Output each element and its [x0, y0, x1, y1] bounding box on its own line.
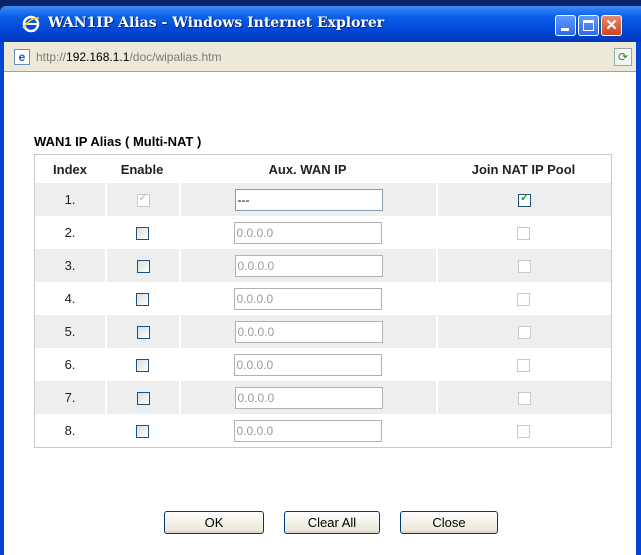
column-header-aux-wan-ip: Aux. WAN IP — [179, 155, 436, 183]
check-icon: ✓ — [138, 192, 148, 205]
aux-wan-ip-cell: --- — [179, 183, 436, 216]
enable-cell — [105, 348, 179, 381]
ie-logo-icon — [22, 15, 40, 33]
table-row: 7. 0.0.0.0 — [35, 381, 611, 414]
aux-wan-ip-cell: 0.0.0.0 — [179, 315, 436, 348]
join-nat-checkbox — [517, 359, 530, 373]
check-icon: ✓ — [520, 192, 530, 205]
enable-cell — [105, 381, 179, 414]
table-row: 8. 0.0.0.0 — [35, 414, 611, 447]
aux-wan-ip-cell: 0.0.0.0 — [179, 381, 436, 414]
join-nat-checkbox — [518, 260, 531, 274]
enable-cell: ✓ — [105, 183, 179, 216]
aux-wan-ip-input: 0.0.0.0 — [234, 254, 383, 277]
join-nat-checkbox[interactable]: ✓ — [518, 192, 531, 208]
minimize-icon — [561, 28, 569, 31]
address-host: 192.168.1.1 — [66, 50, 130, 64]
enable-checkbox[interactable] — [135, 293, 149, 307]
enable-cell — [105, 414, 179, 447]
address-prefix: http:// — [36, 50, 67, 64]
join-nat-cell — [436, 315, 611, 348]
clear-all-button[interactable]: Clear All — [284, 511, 380, 534]
ok-button[interactable]: OK — [164, 511, 264, 534]
aux-wan-ip-input: 0.0.0.0 — [234, 320, 383, 343]
enable-checkbox[interactable] — [135, 425, 149, 439]
row-index: 3. — [35, 249, 105, 282]
minimize-button[interactable] — [555, 15, 576, 36]
title-bar[interactable]: WAN1IP Alias - Windows Internet Explorer… — [0, 6, 641, 42]
page-icon: e — [14, 49, 30, 65]
table-row: 4. 0.0.0.0 — [35, 282, 611, 315]
maximize-icon — [583, 20, 594, 31]
enable-checkbox[interactable] — [136, 326, 150, 340]
aux-wan-ip-input: 0.0.0.0 — [233, 419, 382, 442]
join-nat-checkbox — [518, 326, 531, 340]
aux-wan-ip-cell: 0.0.0.0 — [179, 216, 436, 249]
window-border-right — [636, 42, 641, 555]
aux-wan-ip-cell: 0.0.0.0 — [179, 348, 436, 381]
join-nat-checkbox — [517, 425, 530, 439]
join-nat-cell — [436, 249, 611, 282]
row-index: 5. — [35, 315, 105, 348]
close-window-button[interactable]: ✕ — [601, 15, 622, 36]
aux-wan-ip-cell: 0.0.0.0 — [179, 249, 436, 282]
table-header-row: Index Enable Aux. WAN IP Join NAT IP Poo… — [35, 155, 611, 183]
column-header-index: Index — [35, 155, 105, 183]
join-nat-cell: ✓ — [436, 183, 611, 216]
maximize-button[interactable] — [578, 15, 599, 36]
join-nat-cell — [436, 282, 611, 315]
table-row: 2. 0.0.0.0 — [35, 216, 611, 249]
table-row: 1. ✓ --- ✓ — [35, 183, 611, 216]
button-row: OK Clear All Close — [4, 511, 636, 541]
browser-window: WAN1IP Alias - Windows Internet Explorer… — [0, 0, 641, 555]
enable-cell — [105, 216, 179, 249]
enable-checkbox[interactable] — [135, 359, 149, 373]
enable-checkbox[interactable] — [135, 227, 149, 241]
refresh-go-icon[interactable]: ⟳ — [614, 48, 632, 66]
enable-cell — [105, 315, 179, 348]
aux-wan-ip-cell: 0.0.0.0 — [179, 414, 436, 447]
row-index: 1. — [35, 183, 105, 216]
table-row: 3. 0.0.0.0 — [35, 249, 611, 282]
join-nat-checkbox — [517, 227, 530, 241]
enable-checkbox[interactable] — [136, 392, 150, 406]
enable-cell — [105, 282, 179, 315]
address-url[interactable]: http://192.168.1.1/doc/wipalias.htm — [36, 50, 221, 64]
address-bar[interactable]: e http://192.168.1.1/doc/wipalias.htm ⟳ — [4, 42, 636, 72]
close-button[interactable]: Close — [400, 511, 498, 534]
join-nat-checkbox — [517, 293, 530, 307]
window-title: WAN1IP Alias - Windows Internet Explorer — [48, 15, 385, 31]
column-header-join-nat: Join NAT IP Pool — [436, 155, 611, 183]
page-content: WAN1 IP Alias ( Multi-NAT ) Index Enable… — [4, 72, 636, 555]
table-row: 6. 0.0.0.0 — [35, 348, 611, 381]
row-index: 6. — [35, 348, 105, 381]
aux-wan-ip-cell: 0.0.0.0 — [179, 282, 436, 315]
join-nat-cell — [436, 216, 611, 249]
column-header-enable: Enable — [105, 155, 179, 183]
join-nat-cell — [436, 414, 611, 447]
row-index: 2. — [35, 216, 105, 249]
aux-wan-ip-input: 0.0.0.0 — [233, 287, 382, 310]
join-nat-cell — [436, 381, 611, 414]
aux-wan-ip-input[interactable]: --- — [234, 188, 383, 211]
table-row: 5. 0.0.0.0 — [35, 315, 611, 348]
aux-wan-ip-input: 0.0.0.0 — [233, 221, 382, 244]
ip-alias-table: Index Enable Aux. WAN IP Join NAT IP Poo… — [34, 154, 612, 448]
enable-checkbox: ✓ — [136, 192, 150, 208]
row-index: 8. — [35, 414, 105, 447]
aux-wan-ip-input: 0.0.0.0 — [233, 353, 382, 376]
enable-checkbox[interactable] — [136, 260, 150, 274]
address-path: /doc/wipalias.htm — [129, 50, 222, 64]
join-nat-checkbox — [518, 392, 531, 406]
aux-wan-ip-input: 0.0.0.0 — [234, 386, 383, 409]
close-icon: ✕ — [605, 17, 618, 34]
section-title: WAN1 IP Alias ( Multi-NAT ) — [34, 134, 202, 149]
join-nat-cell — [436, 348, 611, 381]
row-index: 7. — [35, 381, 105, 414]
row-index: 4. — [35, 282, 105, 315]
enable-cell — [105, 249, 179, 282]
